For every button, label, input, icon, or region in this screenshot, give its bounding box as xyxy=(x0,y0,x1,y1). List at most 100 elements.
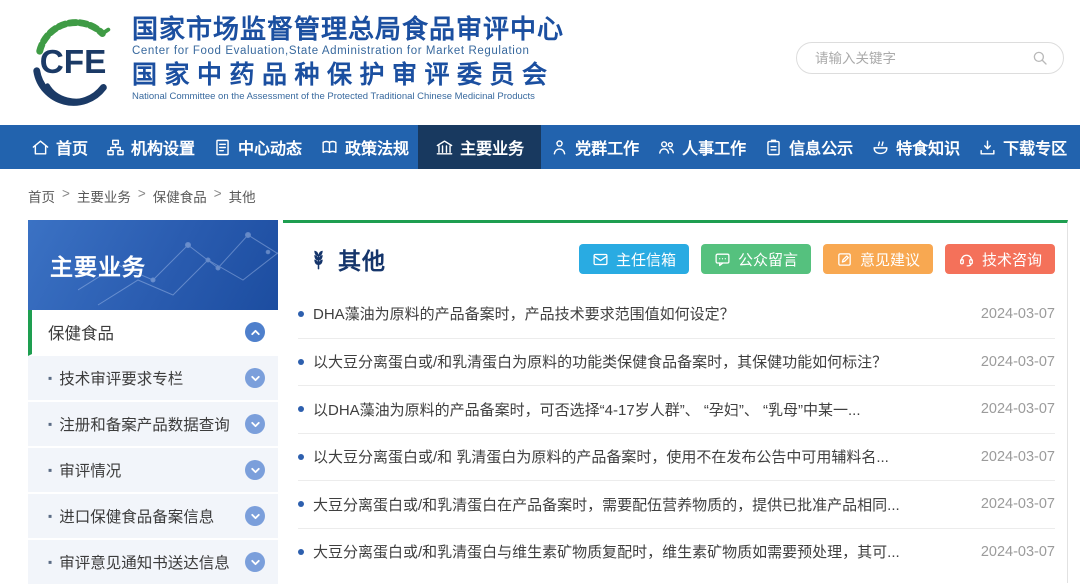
list-item[interactable]: DHA藻油为原料的产品备案时，产品技术要求范围值如何设定？ 2024-03-07 xyxy=(298,290,1055,338)
cfe-logo[interactable]: CFE xyxy=(24,12,122,110)
content-area: 主要业务 保健食品 技术审评要求专栏 注册和备案产品数据查询 xyxy=(0,220,1080,586)
action-button[interactable]: 意见建议 xyxy=(823,244,933,274)
search-icon[interactable] xyxy=(1031,49,1049,67)
bullet-dot xyxy=(298,501,304,507)
chevron-down-icon[interactable] xyxy=(245,552,265,572)
news-icon xyxy=(213,138,232,157)
nav-item[interactable]: 特食知识 xyxy=(862,125,969,169)
business-icon xyxy=(435,138,454,157)
nav-item[interactable]: 主要业务 xyxy=(418,125,541,169)
action-button-label: 技术咨询 xyxy=(982,249,1042,270)
nav-item[interactable]: 中心动态 xyxy=(204,125,311,169)
chevron-down-icon[interactable] xyxy=(245,460,265,480)
list-item-date: 2024-03-07 xyxy=(981,496,1055,512)
action-button[interactable]: 公众留言 xyxy=(701,244,811,274)
wheat-icon xyxy=(307,246,330,272)
sidebar-title: 主要业务 xyxy=(50,248,146,282)
list-item[interactable]: 大豆分离蛋白或/和乳清蛋白在产品备案时，需要配伍营养物质的，提供已批准产品相同.… xyxy=(298,480,1055,528)
nav-item[interactable]: 机构设置 xyxy=(97,125,204,169)
chevron-up-icon[interactable] xyxy=(245,322,265,342)
action-button[interactable]: 技术咨询 xyxy=(945,244,1055,274)
sidebar-item[interactable]: 技术审评要求专栏 xyxy=(28,356,278,402)
sidebar-item[interactable]: 审评意见通知书送达信息 xyxy=(28,540,278,586)
site-title-en: Center for Food Evaluation,State Adminis… xyxy=(132,46,564,58)
chevron-down-icon[interactable] xyxy=(245,368,265,388)
sidebar: 主要业务 保健食品 技术审评要求专栏 注册和备案产品数据查询 xyxy=(28,220,278,586)
action-button-label: 意见建议 xyxy=(860,249,920,270)
list-item-title: 以大豆分离蛋白或/和乳清蛋白为原料的功能类保健食品备案时，其保健功能如何标注？ xyxy=(313,351,957,372)
nav-item-label: 特食知识 xyxy=(896,135,960,159)
action-button-label: 主任信箱 xyxy=(616,249,676,270)
nav-item-label: 政策法规 xyxy=(345,135,409,159)
list-item-date: 2024-03-07 xyxy=(981,354,1055,370)
breadcrumb: 首页 > 主要业务 > 保健食品 > 其他 > xyxy=(28,186,1080,206)
sidebar-item[interactable]: 注册和备案产品数据查询 xyxy=(28,402,278,448)
sidebar-item[interactable]: 进口保健食品备案信息 xyxy=(28,494,278,540)
list-item[interactable]: 以DHA藻油为原料的产品备案时，可否选择“4-17岁人群”、 “孕妇”、 “乳母… xyxy=(298,385,1055,433)
nav-item[interactable]: 人事工作 xyxy=(648,125,755,169)
nav-item[interactable]: 党群工作 xyxy=(541,125,648,169)
list-item-title: 以大豆分离蛋白或/和 乳清蛋白为原料的产品备案时，使用不在发布公告中可用辅料名.… xyxy=(313,446,957,467)
site-subtitle-en: National Committee on the Assessment of … xyxy=(132,92,564,102)
list-item-title: DHA藻油为原料的产品备案时，产品技术要求范围值如何设定？ xyxy=(313,303,957,324)
nav-item[interactable]: 信息公示 xyxy=(755,125,862,169)
breadcrumb-link[interactable]: 保健食品 xyxy=(153,186,207,206)
svg-text:CFE: CFE xyxy=(40,44,107,81)
party-icon xyxy=(550,138,569,157)
list-item[interactable]: 大豆分离蛋白或/和乳清蛋白与维生素矿物质复配时，维生素矿物质如需要预处理，其可.… xyxy=(298,528,1055,576)
nav-item[interactable]: 政策法规 xyxy=(311,125,418,169)
bullet-dot xyxy=(298,359,304,365)
nav-item-label: 下载专区 xyxy=(1003,135,1067,159)
sidebar-menu: 保健食品 技术审评要求专栏 注册和备案产品数据查询 审评情况 xyxy=(28,310,278,586)
breadcrumb-link[interactable]: 首页 xyxy=(28,186,55,206)
sidebar-item-label: 技术审评要求专栏 xyxy=(48,367,245,389)
nav-item[interactable]: 首页 xyxy=(22,125,97,169)
nav-item-label: 主要业务 xyxy=(460,135,524,159)
list-item[interactable]: 以大豆分离蛋白或/和乳清蛋白为原料的功能类保健食品备案时，其保健功能如何标注？ … xyxy=(298,338,1055,386)
chevron-down-icon[interactable] xyxy=(245,414,265,434)
mail-icon xyxy=(592,251,609,268)
breadcrumb-link[interactable]: 主要业务 xyxy=(77,186,131,206)
home-icon xyxy=(31,138,50,157)
main-panel: 其他 主任信箱 公众留言 意见建议 xyxy=(283,220,1068,583)
nav-item-label: 中心动态 xyxy=(238,135,302,159)
site-header: CFE 国家市场监督管理总局食品审评中心 Center for Food Eva… xyxy=(0,0,1080,125)
site-subtitle-cn: 国家中药品种保护审评委员会 xyxy=(132,63,564,88)
info-icon xyxy=(764,138,783,157)
section-title: 其他 xyxy=(338,242,386,276)
bullet-dot xyxy=(298,454,304,460)
nav-item-label: 党群工作 xyxy=(575,135,639,159)
search-input[interactable] xyxy=(815,51,1031,66)
action-buttons: 主任信箱 公众留言 意见建议 技术咨询 xyxy=(579,244,1055,274)
food-icon xyxy=(871,138,890,157)
bullet-dot xyxy=(298,406,304,412)
breadcrumb-separator: > xyxy=(214,186,222,206)
list-item-date: 2024-03-07 xyxy=(981,401,1055,417)
headset-icon xyxy=(958,251,975,268)
hr-icon xyxy=(657,138,676,157)
sidebar-item[interactable]: 审评情况 xyxy=(28,448,278,494)
sidebar-item-label: 审评情况 xyxy=(48,459,245,481)
action-button-label: 公众留言 xyxy=(738,249,798,270)
breadcrumb-separator: > xyxy=(62,186,70,206)
breadcrumb-separator: > xyxy=(138,186,146,206)
policy-icon xyxy=(320,138,339,157)
nav-item-label: 信息公示 xyxy=(789,135,853,159)
nav-item-label: 人事工作 xyxy=(682,135,746,159)
sidebar-item-label: 审评意见通知书送达信息 xyxy=(48,551,245,573)
list-item-date: 2024-03-07 xyxy=(981,306,1055,322)
sidebar-item[interactable]: 保健食品 xyxy=(28,310,278,356)
action-button[interactable]: 主任信箱 xyxy=(579,244,689,274)
bullet-dot xyxy=(298,311,304,317)
sidebar-item-label: 注册和备案产品数据查询 xyxy=(48,413,245,435)
org-icon xyxy=(106,138,125,157)
breadcrumb-link[interactable]: 其他 xyxy=(229,186,256,206)
site-title-block: 国家市场监督管理总局食品审评中心 Center for Food Evaluat… xyxy=(132,16,564,101)
sidebar-item-label: 保健食品 xyxy=(48,320,245,344)
chevron-down-icon[interactable] xyxy=(245,506,265,526)
comment-icon xyxy=(714,251,731,268)
news-list: DHA藻油为原料的产品备案时，产品技术要求范围值如何设定？ 2024-03-07… xyxy=(283,290,1067,575)
nav-item[interactable]: 下载专区 xyxy=(969,125,1076,169)
list-item[interactable]: 以大豆分离蛋白或/和 乳清蛋白为原料的产品备案时，使用不在发布公告中可用辅料名.… xyxy=(298,433,1055,481)
list-item-title: 大豆分离蛋白或/和乳清蛋白在产品备案时，需要配伍营养物质的，提供已批准产品相同.… xyxy=(313,494,957,515)
